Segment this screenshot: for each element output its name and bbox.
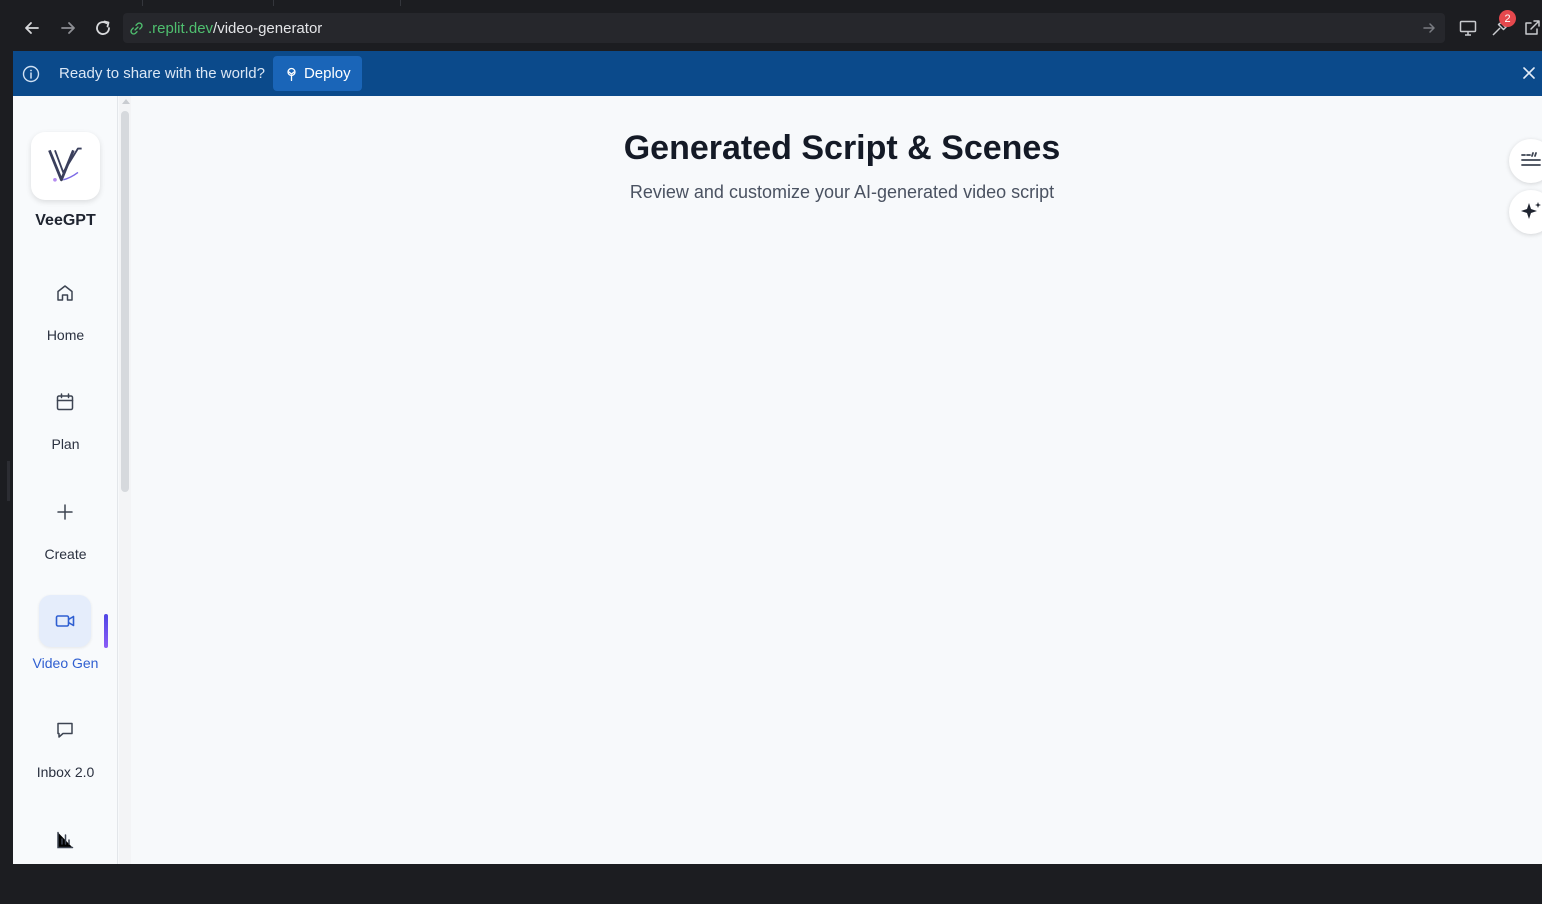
resize-handle[interactable] (7, 461, 10, 501)
url-domain: .replit.dev (148, 19, 214, 37)
scrollbar-thumb[interactable] (121, 111, 129, 492)
sidebar-item-video-gen[interactable]: Video Gen (13, 595, 118, 685)
sidebar-item-analytics[interactable] (13, 814, 118, 904)
sidebar-item-plan[interactable]: Plan (13, 376, 118, 466)
app-logo[interactable] (31, 132, 100, 200)
deploy-button[interactable]: Deploy (272, 56, 362, 91)
app-window: VeeGPT Home Plan Create Video Gen Inbox … (13, 96, 1542, 864)
banner-message: Ready to share with the world? (59, 65, 265, 82)
page-title: Generated Script & Scenes (623, 129, 1061, 167)
devices-button[interactable] (1454, 14, 1482, 42)
calendar-icon (39, 376, 91, 428)
veegpt-logo-icon (47, 147, 82, 182)
sidebar-item-label: Inbox 2.0 (36, 764, 95, 780)
reload-button[interactable] (90, 14, 116, 42)
scroll-up-arrow[interactable] (122, 99, 130, 104)
sidebar-item-label: Create (44, 546, 87, 562)
open-new-tab-button[interactable] (1518, 14, 1542, 42)
url-path: /video-generator (213, 19, 323, 37)
page-subtitle: Review and customize your AI-generated v… (629, 182, 1055, 202)
plus-icon (39, 486, 91, 538)
brand-name: VeeGPT (35, 212, 96, 229)
sidebar: VeeGPT Home Plan Create Video Gen Inbox … (13, 96, 118, 864)
forward-button[interactable] (55, 14, 81, 42)
sidebar-scrollbar[interactable] (119, 96, 131, 864)
url-bar[interactable]: .replit.dev/video-generator (123, 13, 1445, 43)
deploy-icon (287, 67, 296, 81)
devtools-button[interactable]: 2 (1486, 10, 1516, 42)
external-link-icon (1525, 20, 1540, 35)
arrow-left-icon (25, 22, 39, 34)
browser-toolbar: .replit.dev/video-generator 2 (0, 6, 1542, 51)
window-left-edge (0, 51, 13, 864)
notification-badge: 2 (1499, 10, 1516, 27)
chat-bubble-icon (39, 704, 91, 756)
go-arrow-icon[interactable] (1421, 20, 1437, 36)
back-button[interactable] (19, 14, 45, 42)
refresh-icon (96, 20, 110, 35)
home-icon (39, 267, 91, 319)
sidebar-item-label: Video Gen (32, 655, 99, 671)
arrow-right-icon (61, 22, 75, 34)
info-icon (22, 65, 40, 82)
deploy-button-label: Deploy (303, 65, 351, 82)
sidebar-item-label: Plan (51, 436, 80, 452)
video-camera-icon (39, 595, 91, 647)
sidebar-item-label: Home (46, 327, 85, 343)
deploy-banner: Ready to share with the world? Deploy (13, 51, 1542, 96)
link-icon (129, 20, 145, 36)
monitor-icon (1459, 20, 1477, 36)
sparkle-icon (1521, 202, 1541, 219)
sidebar-item-create[interactable]: Create (13, 486, 118, 576)
active-indicator (104, 614, 108, 648)
sidebar-item-inbox[interactable]: Inbox 2.0 (13, 704, 118, 794)
main-content: Generated Script & Scenes Review and cus… (131, 96, 1542, 864)
quote-lines-icon (1521, 152, 1541, 166)
sidebar-item-home[interactable]: Home (13, 267, 118, 357)
close-icon[interactable] (1520, 64, 1538, 82)
bar-chart-icon (39, 814, 91, 866)
